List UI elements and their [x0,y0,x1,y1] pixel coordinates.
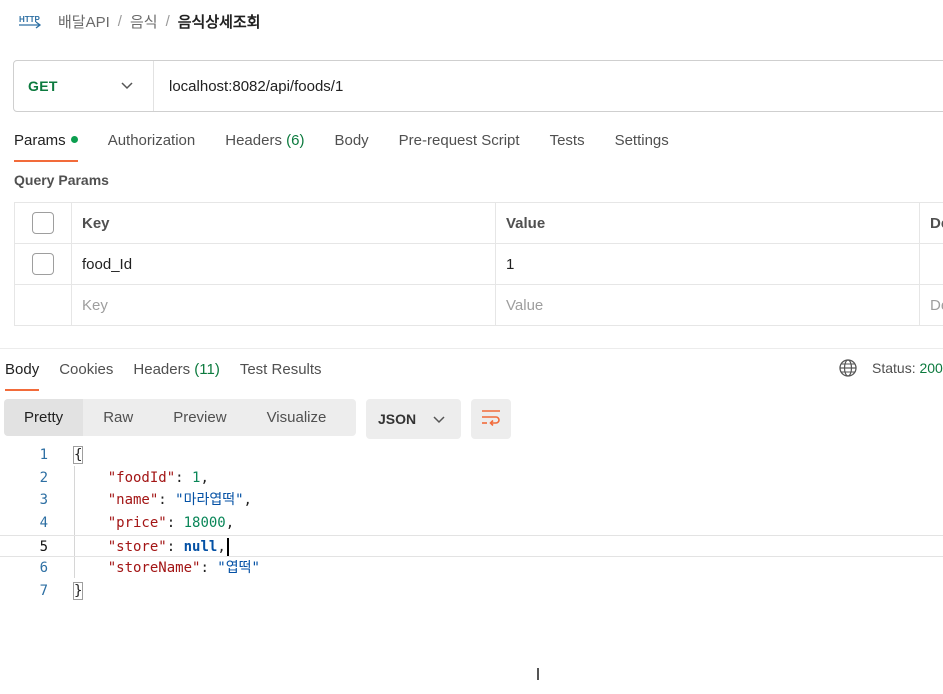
tab-authorization[interactable]: Authorization [108,128,196,162]
text-cursor [226,537,229,556]
tab-response-headers[interactable]: Headers (11) [133,357,219,391]
json-key: "foodId" [107,469,176,486]
code-line: 6 "storeName": "엽떡" [0,557,943,580]
tab-pre-request-script[interactable]: Pre-request Script [399,128,520,162]
json-close-brace: } [72,582,84,601]
line-number: 3 [39,492,48,509]
new-description-input[interactable]: Description [920,285,943,325]
pane-divider[interactable] [0,348,943,349]
param-description-cell[interactable] [920,244,943,284]
json-key: "store" [107,538,167,555]
query-params-table: Key Value Description food_Id 1 Key Valu… [14,202,943,326]
view-raw-button[interactable]: Raw [83,399,153,436]
view-preview-button[interactable]: Preview [153,399,246,436]
row-checkbox[interactable] [32,253,54,275]
tab-settings[interactable]: Settings [615,128,669,162]
json-string: "엽떡" [217,560,260,577]
view-pretty-button[interactable]: Pretty [4,399,84,436]
globe-icon[interactable] [838,358,858,378]
http-request-icon: HTTP [18,11,42,31]
request-tabs: Params Authorization Headers (6) Body Pr… [14,128,699,162]
view-visualize-button[interactable]: Visualize [247,399,347,436]
tab-params[interactable]: Params [14,128,78,162]
tab-cookies[interactable]: Cookies [59,357,113,391]
code-line: 3 "name": "마라엽떡", [0,489,943,512]
format-select[interactable]: JSON [366,399,461,439]
column-header-description: Description [930,214,943,232]
method-label: GET [28,78,58,94]
request-name[interactable]: 음식상세조회 [178,11,261,32]
breadcrumb-separator: / [165,12,170,30]
url-input[interactable] [154,61,943,111]
line-number: 6 [39,560,48,577]
param-value-cell[interactable]: 1 [496,244,920,284]
params-active-dot [70,135,78,143]
column-header-key: Key [72,203,496,243]
method-select[interactable]: GET [14,61,154,111]
code-line: 4 "price": 18000, [0,512,943,535]
query-params-title: Query Params [14,172,109,188]
word-wrap-button[interactable] [471,399,511,439]
param-key-cell[interactable]: food_Id [72,244,496,284]
chevron-down-icon [121,77,133,95]
tab-test-results[interactable]: Test Results [240,357,322,391]
status-label: Status: [872,360,916,376]
response-tabs: Body Cookies Headers (11) Test Results [5,357,342,391]
select-all-checkbox[interactable] [32,212,54,234]
code-line: 7 } [0,580,943,603]
table-header-row: Key Value Description [14,203,943,244]
response-status: Status: 200 OK [838,358,943,378]
chevron-down-icon [433,411,445,427]
json-null: null [183,538,218,555]
breadcrumb-folder[interactable]: 음식 [130,11,158,32]
tab-tests[interactable]: Tests [550,128,585,162]
tab-headers[interactable]: Headers (6) [225,128,304,162]
table-row: food_Id 1 [14,244,943,285]
format-label: JSON [378,411,417,427]
json-number: 18000 [183,515,226,532]
breadcrumb-collection[interactable]: 배달API [58,11,110,32]
code-line: 1 { [0,444,943,467]
view-mode-group: Pretty Raw Preview Visualize [4,399,356,436]
new-key-input[interactable]: Key [72,285,496,325]
wrap-lines-icon [481,408,501,431]
column-header-value: Value [496,203,920,243]
response-body-editor[interactable]: 1 { 2 "foodId": 1, 3 "name": "마라엽떡", 4 "… [0,444,943,603]
json-number: 1 [192,469,201,486]
table-row-new: Key Value Description [14,285,943,326]
line-number: 4 [39,515,48,532]
line-number: 1 [39,447,48,463]
json-key: "price" [107,515,167,532]
json-key: "storeName" [107,560,201,577]
resize-handle[interactable] [537,668,539,680]
line-number: 2 [39,469,48,486]
new-value-input[interactable]: Value [496,285,920,325]
code-line: 2 "foodId": 1, [0,467,943,490]
line-number: 7 [39,583,48,600]
tab-body[interactable]: Body [334,128,368,162]
url-bar: GET [13,60,943,112]
json-string: "마라엽떡" [175,492,244,509]
tab-response-body[interactable]: Body [5,357,40,391]
code-line-current: 5 "store": null, [0,534,943,558]
status-value[interactable]: 200 OK [919,360,943,376]
json-open-brace: { [72,446,84,464]
breadcrumb: HTTP 배달API / 음식 / 음식상세조회 [18,8,261,34]
json-key: "name" [107,492,159,509]
breadcrumb-separator: / [117,12,122,30]
line-number: 5 [39,538,48,555]
